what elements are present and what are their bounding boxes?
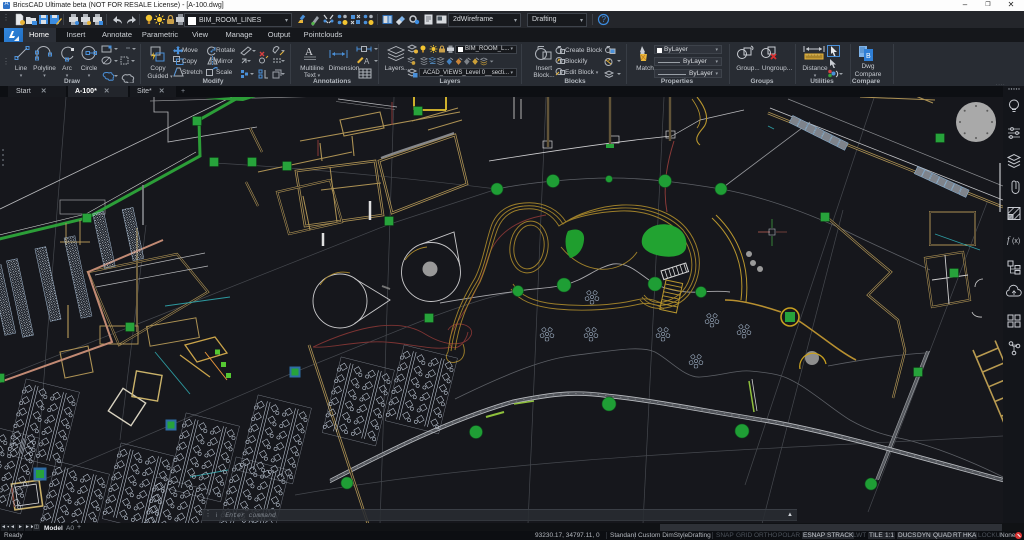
svg-text:(x): (x): [1012, 238, 1020, 245]
svg-text:A: A: [305, 46, 313, 58]
svg-text:B: B: [866, 53, 871, 60]
svg-text:A: A: [364, 57, 370, 66]
svg-text:?: ?: [602, 15, 607, 24]
svg-text:f: f: [1007, 235, 1011, 245]
